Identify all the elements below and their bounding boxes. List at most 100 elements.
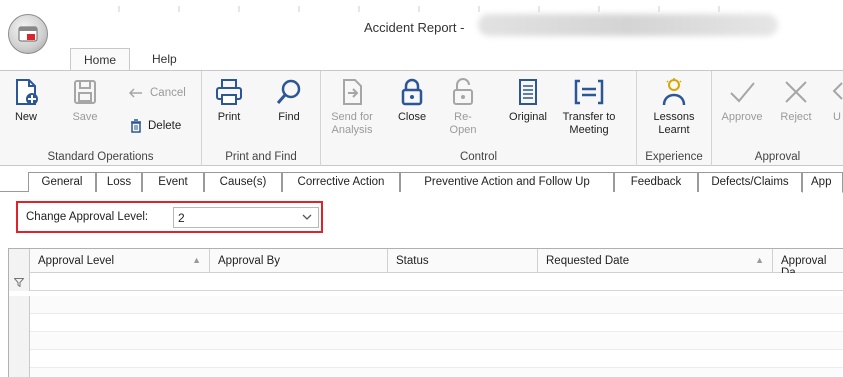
tab-loss[interactable]: Loss [96, 172, 142, 192]
tab-approval[interactable]: App [802, 172, 843, 193]
group-label-approval: Approval [754, 151, 801, 163]
bracket-list-icon [574, 79, 604, 105]
sort-up-icon: ▲ [192, 255, 201, 265]
lessons-learnt-label-line2: Learnt [658, 124, 690, 136]
new-button[interactable]: New [10, 77, 42, 124]
row-indicator [9, 332, 30, 350]
tab-defects-claims[interactable]: Defects/Claims [698, 172, 802, 192]
group-approval: Approve Reject U Approval [712, 71, 843, 166]
reopen-label: Re-Open [449, 111, 477, 136]
transfer-to-meeting-label-line1: Transfer to [562, 111, 616, 123]
undo-arrow-icon [832, 82, 843, 100]
row-indicator [9, 350, 30, 368]
delete-label: Delete [148, 120, 182, 132]
tab-preventive-action[interactable]: Preventive Action and Follow Up [400, 172, 614, 192]
chevron-down-icon [302, 214, 312, 220]
column-header-approval-date[interactable]: Approval Da [773, 249, 843, 279]
ribbon: New Save Cancel Delete Standard Operatio… [0, 70, 843, 166]
row-indicator [9, 296, 30, 314]
column-header-requested-date[interactable]: Requested Date ▲ [538, 249, 773, 273]
lock-open-icon [453, 78, 473, 105]
tab-event[interactable]: Event [142, 172, 204, 192]
tab-corrective-action[interactable]: Corrective Action [282, 172, 400, 192]
column-header-approval-level[interactable]: Approval Level ▲ [30, 249, 210, 273]
group-experience: Lessons Learnt Experience [637, 71, 712, 166]
tab-feedback[interactable]: Feedback [614, 172, 698, 192]
grid-corner [9, 249, 30, 273]
group-control: Send for Analysis Close Re-Open Original… [321, 71, 637, 166]
grid-body [9, 291, 843, 377]
tab-home[interactable]: Home [70, 48, 130, 70]
column-label-status: Status [396, 255, 429, 267]
tab-help[interactable]: Help [140, 48, 189, 70]
cancel-button[interactable]: Cancel [128, 87, 186, 99]
send-for-analysis-label-line2: Analysis [331, 124, 373, 136]
close-label: Close [397, 111, 427, 123]
printer-icon [216, 79, 242, 105]
transfer-to-meeting-button[interactable]: Transfer to Meeting [557, 77, 621, 137]
table-row[interactable] [9, 368, 843, 377]
document-list-icon [519, 79, 537, 105]
group-label-control: Control [459, 151, 498, 163]
reject-button[interactable]: Reject [776, 77, 816, 124]
group-label-experience: Experience [645, 151, 703, 163]
lessons-learnt-button[interactable]: Lessons Learnt [647, 77, 701, 137]
close-button[interactable]: Close [395, 77, 429, 124]
app-document-icon [18, 26, 38, 42]
find-button[interactable]: Find [274, 77, 304, 124]
sort-up-icon: ▲ [755, 255, 764, 265]
print-label: Print [217, 111, 241, 123]
title-bar: Accident Report - [0, 0, 843, 48]
form-tab-strip: General Loss Event Cause(s) Corrective A… [0, 170, 843, 193]
column-label-approval-by: Approval By [218, 255, 281, 267]
lessons-learnt-label-line1: Lessons [653, 111, 695, 123]
tab-general[interactable]: General [28, 172, 96, 192]
column-header-status[interactable]: Status [388, 249, 538, 273]
save-disk-icon [74, 80, 96, 104]
approval-level-highlight: Change Approval Level: 2 [16, 201, 323, 233]
column-label-approval-level: Approval Level [38, 255, 115, 267]
grid-header: Approval Level ▲ Approval By Status Requ… [9, 249, 843, 279]
table-row[interactable] [9, 296, 843, 314]
group-label-print-find: Print and Find [225, 151, 297, 163]
filter-icon [14, 277, 24, 287]
table-row[interactable] [9, 332, 843, 350]
group-label-standard-operations: Standard Operations [47, 151, 154, 163]
approval-level-label: Change Approval Level: [26, 211, 149, 223]
approval-grid: Approval Level ▲ Approval By Status Requ… [8, 248, 843, 377]
grid-filter-row[interactable] [9, 273, 843, 291]
cancel-label: Cancel [150, 87, 186, 99]
lock-closed-icon [401, 78, 423, 106]
trash-icon [131, 119, 141, 133]
approval-level-value: 2 [178, 211, 185, 225]
transfer-to-meeting-label-line2: Meeting [569, 124, 609, 136]
window-title: Accident Report - [364, 20, 465, 35]
save-button[interactable]: Save [68, 77, 102, 124]
send-for-analysis-button[interactable]: Send for Analysis [329, 77, 375, 137]
undo-arrow-icon [128, 88, 142, 98]
approve-button[interactable]: Approve [718, 77, 766, 124]
filter-indicator [9, 273, 30, 291]
new-document-icon [16, 79, 38, 105]
row-indicator [9, 368, 30, 377]
find-label: Find [278, 111, 300, 123]
checkmark-icon [730, 82, 755, 103]
new-label: New [14, 111, 37, 123]
approve-label: Approve [721, 111, 763, 123]
original-button[interactable]: Original [505, 77, 551, 124]
reopen-button[interactable]: Re-Open [441, 77, 485, 137]
approval-level-dropdown[interactable]: 2 [173, 207, 319, 228]
title-bar-decoration [60, 6, 760, 12]
save-label: Save [72, 111, 98, 123]
tab-causes[interactable]: Cause(s) [204, 172, 282, 192]
table-row[interactable] [9, 314, 843, 332]
application-menu-button[interactable] [8, 14, 48, 54]
print-button[interactable]: Print [214, 77, 244, 124]
row-indicator [9, 314, 30, 332]
delete-button[interactable]: Delete [130, 119, 181, 133]
reject-label: Reject [780, 111, 812, 123]
column-header-approval-by[interactable]: Approval By [210, 249, 388, 273]
table-row[interactable] [9, 350, 843, 368]
more-approval-button[interactable]: U [830, 77, 843, 124]
group-print-find: Print Find Print and Find [202, 71, 321, 166]
